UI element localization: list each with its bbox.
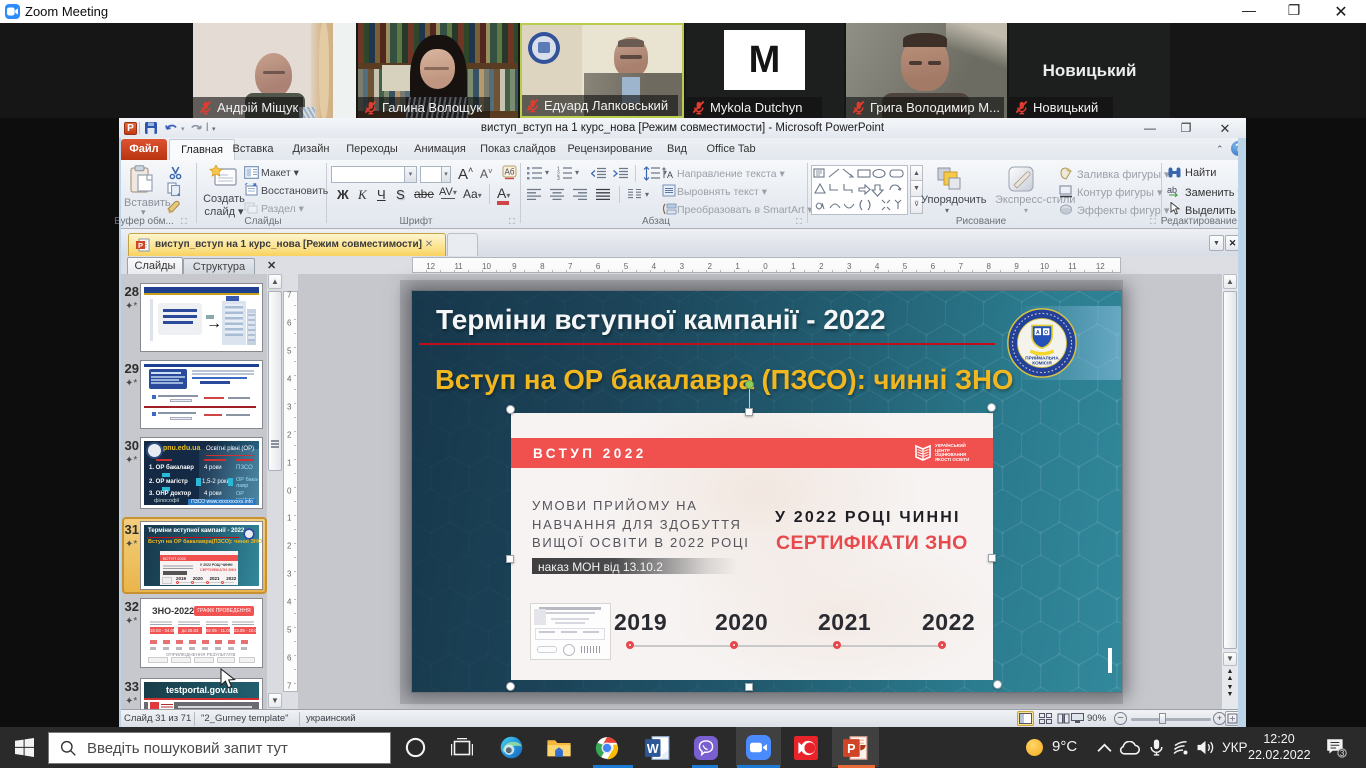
svg-text:КОМІСІЯ: КОМІСІЯ xyxy=(1032,361,1051,366)
svg-text:P: P xyxy=(138,241,143,250)
svg-text:А: А xyxy=(1036,330,1040,336)
svg-text:Aб: Aб xyxy=(505,168,515,177)
svg-text:3: 3 xyxy=(1340,749,1345,758)
svg-text:P: P xyxy=(847,742,855,756)
svg-text:3: 3 xyxy=(557,176,560,180)
svg-text:W: W xyxy=(647,742,659,756)
svg-text:A: A xyxy=(667,170,673,180)
svg-text:О: О xyxy=(1044,330,1048,336)
